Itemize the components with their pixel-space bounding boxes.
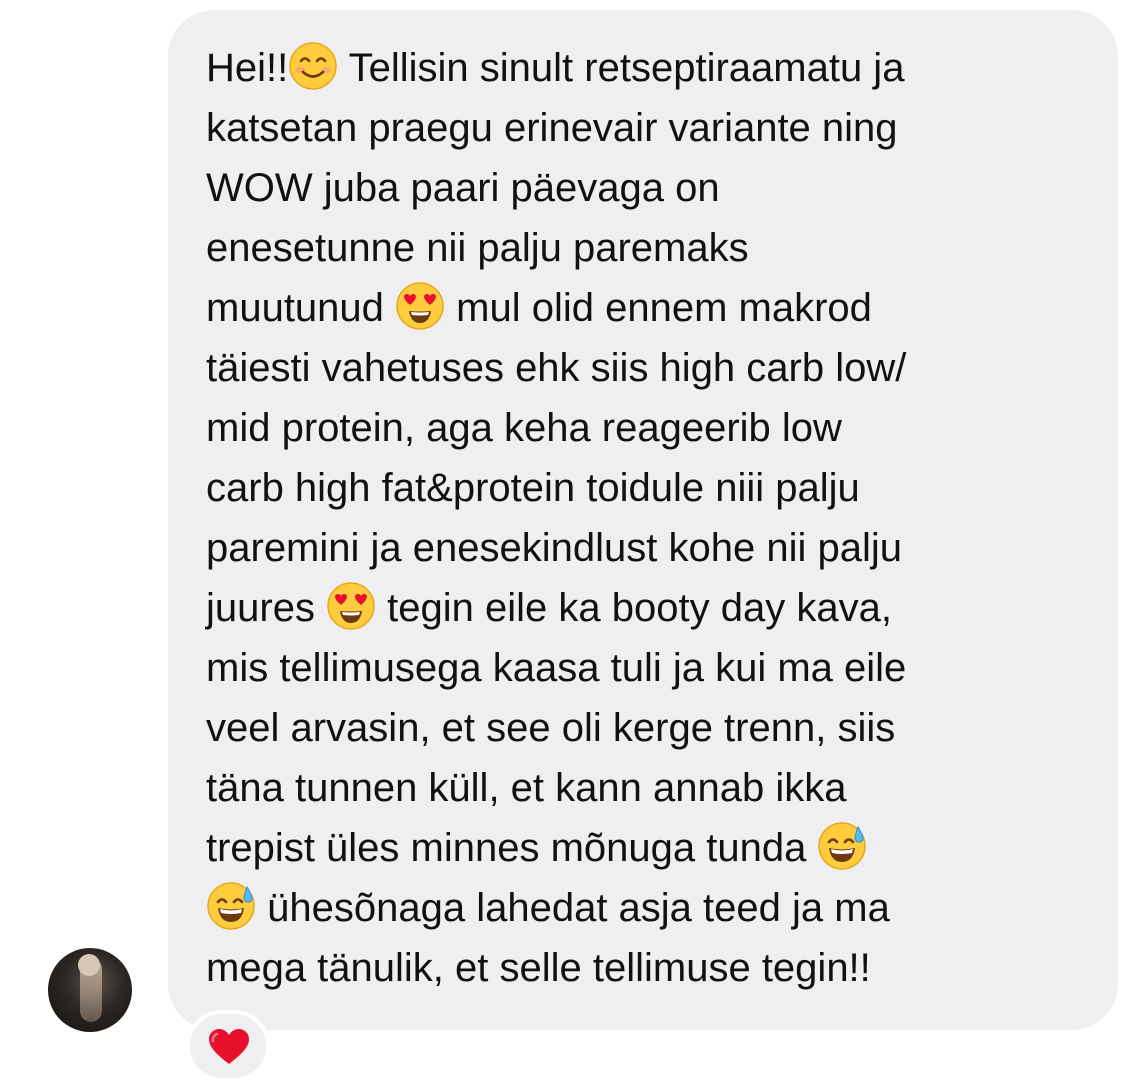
message-line-text: katsetan praegu erinevair variante ning [206,106,898,150]
message-line: carb high fat&protein toidule niii palju [206,458,860,518]
heart-eyes-icon [326,581,376,631]
message-line: muutunud mul olid ennem makrod [206,278,872,338]
avatar-head [78,954,100,976]
message-line: mis tellimusega kaasa tuli ja kui ma eil… [206,638,906,698]
grinning-sweat-icon [206,881,256,931]
message-line-text: ühesõnaga lahedat asja teed ja ma [256,886,890,930]
message-line: täiesti vahetuses ehk siis high carb low… [206,338,906,398]
sender-avatar[interactable] [48,948,132,1032]
reaction-badge[interactable] [186,1010,270,1082]
message-line: veel arvasin, et see oli kerge trenn, si… [206,698,895,758]
message-line: mega tänulik, et selle tellimuse tegin!! [206,938,871,998]
smiling-face-icon [288,41,338,91]
grinning-sweat-icon [817,821,867,871]
message-line: WOW juba paari päevaga on [206,158,720,218]
message-line: juures tegin eile ka booty day kava, [206,578,892,638]
message-line: paremini ja enesekindlust kohe nii palju [206,518,902,578]
message-line-text: täna tunnen küll, et kann annab ikka [206,766,847,810]
message-line: katsetan praegu erinevair variante ning [206,98,898,158]
message-line-text: muutunud [206,286,396,330]
message-line-text: mul olid ennem makrod [445,286,872,330]
message-line-text: täiesti vahetuses ehk siis high carb low… [206,346,907,390]
message-line-text: paremini ja enesekindlust kohe nii palju [206,526,902,570]
message-line-text: mega tänulik, et selle tellimuse tegin!! [206,946,871,990]
message-line-text: enesetunne nii palju paremaks [206,226,749,270]
message-line-text: Tellisin sinult retseptiraamatu ja [338,46,905,90]
message-line: ühesõnaga lahedat asja teed ja ma [206,878,890,938]
red-heart-icon [209,1029,249,1064]
message-line-text: Hei!! [206,46,289,90]
message-line-text: mis tellimusega kaasa tuli ja kui ma eil… [206,646,907,690]
message-line: täna tunnen küll, et kann annab ikka [206,758,846,818]
message-line: mid protein, aga keha reageerib low [206,398,842,458]
message-line-text: tegin eile ka booty day kava, [376,586,892,630]
message-line-text: carb high fat&protein toidule niii palju [206,466,860,510]
message-line-text: veel arvasin, et see oli kerge trenn, si… [206,706,896,750]
message-line-text: juures [206,586,327,630]
heart-eyes-icon [395,281,445,331]
message-line-text: mid protein, aga keha reageerib low [206,406,842,450]
message-line: Hei!! Tellisin sinult retseptiraamatu ja [206,38,904,98]
message-line-text: trepist üles minnes mõnuga tunda [206,826,818,870]
message-line: enesetunne nii palju paremaks [206,218,749,278]
message-line-text: WOW juba paari päevaga on [206,166,720,210]
message-line: trepist üles minnes mõnuga tunda [206,818,867,878]
